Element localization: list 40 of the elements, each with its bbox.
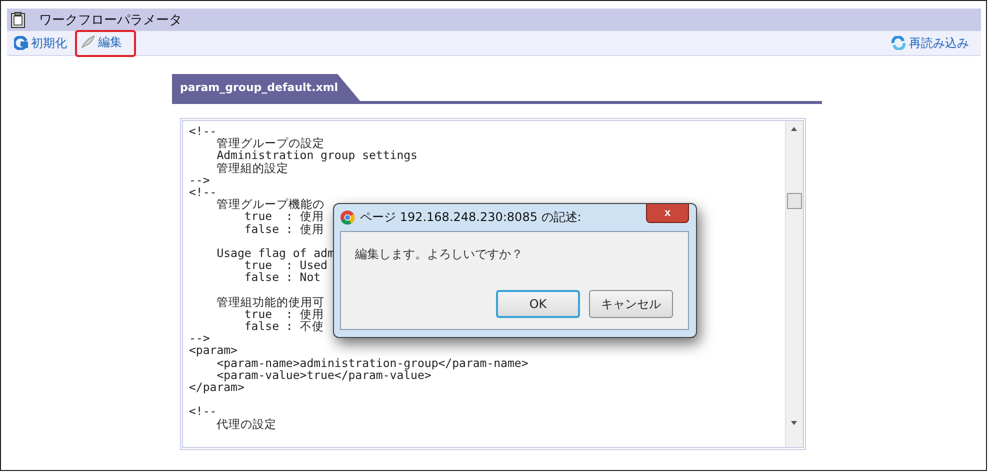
code-line: <!--	[189, 125, 217, 138]
window-title: ワークフローパラメータ	[39, 12, 182, 29]
scroll-thumb[interactable]	[787, 193, 802, 209]
code-line: <!--	[189, 405, 217, 418]
refresh-icon	[14, 36, 28, 50]
code-line: 管理組功能的使用可	[216, 296, 325, 308]
reset-link[interactable]: 初期化	[10, 30, 75, 56]
edit-link[interactable]: 編集	[75, 30, 136, 56]
cancel-button[interactable]: キャンセル	[589, 290, 673, 318]
browser-icon	[340, 210, 355, 225]
code-line: </param>	[189, 380, 244, 394]
scroll-up-icon[interactable]	[791, 127, 797, 131]
close-button[interactable]: x	[646, 204, 689, 223]
code-line: Administration group settings	[216, 149, 418, 162]
reload-link[interactable]: 再読み込み	[887, 30, 977, 56]
code-line: true : 使用	[244, 210, 324, 222]
code-line: <!--	[189, 186, 217, 198]
code-line: -->	[189, 174, 210, 186]
code-line: false : Not	[243, 271, 321, 284]
code-line: 管理グループの設定	[216, 137, 325, 150]
code-line: false : 不使	[243, 320, 324, 332]
scrollbar[interactable]	[785, 121, 803, 447]
code-line: 代理の設定	[216, 418, 277, 430]
code-line: true : 使用	[244, 308, 324, 320]
dialog-message: 編集します。よろしいですか？	[355, 246, 524, 263]
feather-icon	[81, 35, 95, 49]
code-line: -->	[189, 332, 210, 344]
clipboard-icon	[11, 12, 25, 28]
scroll-down-icon[interactable]	[791, 421, 797, 425]
file-tab[interactable]: param_group_default.xml	[172, 74, 360, 101]
code-line: false : 使用	[243, 222, 324, 235]
code-line: true : Used	[244, 259, 328, 272]
dialog-title: ページ 192.168.248.230:8085 の記述:	[360, 209, 582, 226]
code-line: 管理組的設定	[216, 162, 289, 174]
code-line: 管理グループ機能の	[216, 198, 325, 210]
reload-icon	[891, 36, 906, 50]
code-line: <param-value>true</param-value>	[216, 368, 432, 381]
ok-button[interactable]: OK	[496, 290, 580, 318]
code-line: <param>	[189, 344, 238, 357]
code-line: <param-name>administration-group</param-name>	[216, 356, 528, 369]
